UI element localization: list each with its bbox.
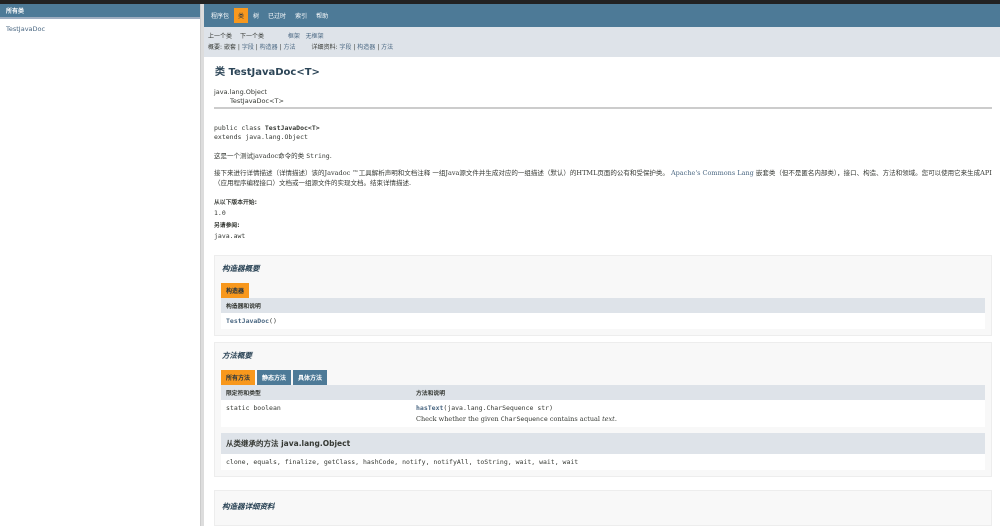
class-doc-frame: 程序包 类 树 已过时 索引 帮助 上一个类 下一个类 框架 无框架 概要: 嵌… bbox=[204, 4, 1000, 526]
since-see-list: 从以下版本开始: 1.0 另请参阅: java.awt bbox=[214, 194, 992, 243]
class-declaration: public class TestJavaDoc<T> extends java… bbox=[214, 124, 992, 142]
constructor-link[interactable]: TestJavaDoc bbox=[226, 317, 269, 325]
inheritance-child: TestJavaDoc<T> bbox=[230, 97, 284, 105]
tab-concrete-methods[interactable]: 具体方法 bbox=[293, 370, 328, 385]
detail-method-link[interactable]: 方法 bbox=[381, 44, 393, 51]
nav-help[interactable]: 帮助 bbox=[312, 8, 332, 23]
inherited-methods-list: clone, equals, finalize, getClass, hashC… bbox=[221, 454, 985, 470]
desc1-text: 这是一个测试javadoc命令的类 bbox=[214, 152, 307, 160]
decl-extends: extends java.lang.Object bbox=[214, 133, 308, 141]
method-desc-em: text bbox=[602, 415, 615, 423]
inheritance-parent: java.lang.Object bbox=[214, 88, 267, 96]
class-list-frame: 所有类 TestJavaDoc bbox=[0, 4, 201, 526]
method-link-hastext[interactable]: hasText bbox=[416, 404, 443, 412]
divider bbox=[214, 107, 992, 109]
constructor-summary: 构造器概要 构造器 构造器和说明 TestJavaDoc() bbox=[214, 255, 992, 336]
method-desc-end: . bbox=[614, 415, 617, 423]
constructor-detail-title: 构造器详细资料 bbox=[222, 502, 275, 511]
method-args: (java.lang.CharSequence str) bbox=[443, 404, 553, 412]
summary-label: 概要: bbox=[208, 44, 223, 51]
nav-index[interactable]: 索引 bbox=[291, 8, 311, 23]
description-1: 这是一个测试javadoc命令的类 String. bbox=[214, 151, 992, 161]
top-nav-bar: 程序包 类 树 已过时 索引 帮助 bbox=[204, 4, 1000, 27]
detail-field-link[interactable]: 字段 bbox=[339, 44, 351, 51]
nav-class: 类 bbox=[234, 8, 249, 23]
table-row: TestJavaDoc() bbox=[221, 313, 985, 329]
summary-nested: 嵌套 bbox=[223, 44, 236, 51]
inherited-methods-title: 从类继承的方法 java.lang.Object bbox=[221, 433, 985, 454]
table-row: static boolean hasText(java.lang.CharSeq… bbox=[221, 400, 985, 427]
method-type: static boolean bbox=[226, 404, 281, 412]
constructor-summary-title: 构造器概要 bbox=[222, 264, 260, 273]
nav-deprecated[interactable]: 已过时 bbox=[264, 8, 290, 23]
desc1-code: String bbox=[306, 152, 330, 160]
desc1-end: . bbox=[329, 152, 332, 160]
inheritance-tree: java.lang.Object TestJavaDoc<T> bbox=[214, 88, 992, 106]
summary-method-link[interactable]: 方法 bbox=[284, 44, 296, 51]
nav-tree[interactable]: 树 bbox=[249, 8, 263, 23]
col-modifier-type: 限定符和类型 bbox=[226, 391, 261, 397]
method-desc: Check whether the given bbox=[416, 415, 501, 423]
constructor-col-header: 构造器和说明 bbox=[226, 304, 261, 310]
constructor-detail: 构造器详细资料 bbox=[214, 490, 992, 526]
see-also-value: java.awt bbox=[214, 232, 246, 240]
description-2: 接下来进行详情描述（详情描述）该的Javadoc ™工具解析声明和文档注释 一组… bbox=[214, 168, 992, 188]
next-class: 下一个类 bbox=[239, 33, 264, 40]
tab-static-methods[interactable]: 静态方法 bbox=[257, 370, 292, 385]
page-title: 类 TestJavaDoc<T> bbox=[215, 67, 320, 78]
method-summary-title: 方法概要 bbox=[222, 351, 252, 360]
tab-all-methods[interactable]: 所有方法 bbox=[221, 370, 256, 385]
constructor-args: () bbox=[269, 317, 277, 325]
since-value: 1.0 bbox=[214, 209, 226, 217]
see-also-label: 另请参阅: bbox=[214, 223, 240, 229]
detail-constructor-link[interactable]: 构造器 bbox=[357, 44, 375, 51]
sub-nav: 上一个类 下一个类 框架 无框架 概要: 嵌套 | 字段 | 构造器 | 方法 … bbox=[204, 27, 1000, 57]
all-classes-header: 所有类 bbox=[0, 4, 200, 19]
method-summary: 方法概要 所有方法 静态方法 具体方法 限定符和类型 方法和说明 static b… bbox=[214, 342, 992, 477]
summary-field-link[interactable]: 字段 bbox=[242, 44, 254, 51]
summary-constructor-link[interactable]: 构造器 bbox=[260, 44, 278, 51]
nav-package[interactable]: 程序包 bbox=[207, 8, 233, 23]
prev-class: 上一个类 bbox=[208, 33, 233, 40]
desc2-before: 接下来进行详情描述（详情描述）该的Javadoc ™工具解析声明和文档注释 一组… bbox=[214, 169, 671, 177]
col-method-desc: 方法和说明 bbox=[416, 391, 445, 397]
since-label: 从以下版本开始: bbox=[214, 200, 257, 206]
no-frames-link[interactable]: 无框架 bbox=[306, 33, 324, 40]
decl-name: TestJavaDoc<T> bbox=[264, 124, 320, 132]
tab-constructors: 构造器 bbox=[221, 283, 250, 298]
decl-prefix: public class bbox=[214, 124, 265, 132]
method-desc-after: contains actual bbox=[547, 415, 603, 423]
method-desc-code: CharSequence bbox=[500, 415, 548, 423]
commons-lang-link[interactable]: Apache's Commons Lang bbox=[671, 169, 754, 177]
class-link-testjavadoc[interactable]: TestJavaDoc bbox=[0, 19, 200, 39]
detail-label: 详细资料: bbox=[311, 44, 338, 51]
frames-link[interactable]: 框架 bbox=[288, 33, 300, 40]
